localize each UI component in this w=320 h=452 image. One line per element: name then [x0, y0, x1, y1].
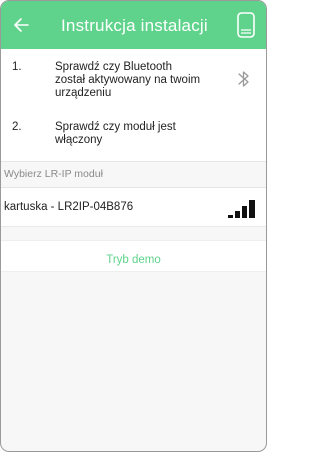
- step-text: Sprawdź czy moduł jest włączony: [55, 121, 176, 146]
- instructions-panel: 1. Sprawdź czy Bluetooth został aktywowa…: [1, 49, 266, 162]
- document-icon: [237, 12, 255, 38]
- step-number: 1.: [12, 61, 22, 73]
- back-button[interactable]: [10, 14, 32, 36]
- signal-strength-icon: [228, 200, 255, 218]
- page-title: Instrukcja instalacji: [61, 16, 208, 35]
- app-bar: Instrukcja instalacji: [1, 1, 266, 49]
- step-number: 2.: [12, 121, 22, 133]
- demo-mode-label: Tryb demo: [106, 254, 161, 266]
- demo-mode-button[interactable]: Tryb demo: [1, 240, 266, 272]
- device-name: kartuska - LR2IP-04B876: [4, 201, 134, 213]
- arrow-left-icon: [14, 18, 29, 32]
- step-text: Sprawdź czy Bluetooth został aktywowany …: [55, 61, 201, 99]
- module-section-label: Wybierz LR-IP moduł: [4, 168, 103, 180]
- module-section-header: Wybierz LR-IP moduł: [1, 162, 266, 188]
- phone-frame: Instrukcja instalacji 1. Sprawdź czy Blu…: [0, 0, 267, 452]
- document-button[interactable]: [236, 11, 256, 39]
- bluetooth-icon: [238, 71, 249, 87]
- device-list-item[interactable]: kartuska - LR2IP-04B876: [1, 188, 266, 227]
